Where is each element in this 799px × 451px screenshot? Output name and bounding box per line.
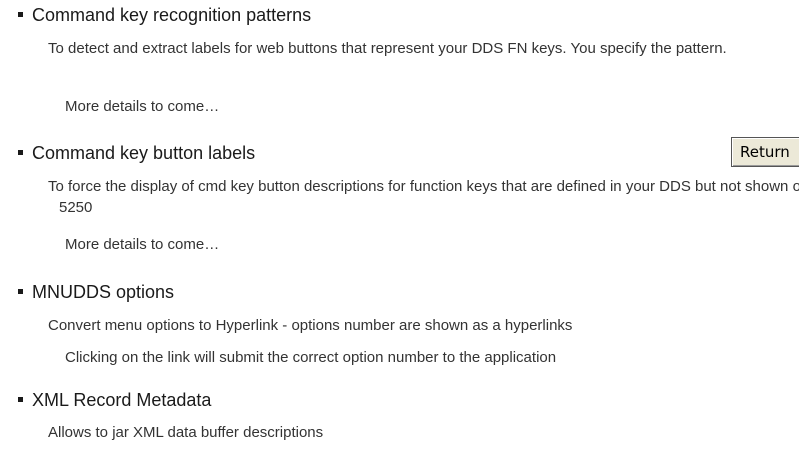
section-title: MNUDDS options [32, 282, 175, 302]
section-title: XML Record Metadata [32, 390, 212, 410]
section-detail: More details to come… [65, 236, 220, 253]
bullet-icon [18, 396, 23, 402]
section-title: Command key button labels [32, 143, 256, 163]
section-2-heading: Command key button labels [18, 142, 255, 164]
section-3-heading: MNUDDS options [18, 281, 174, 303]
section-1-heading: Command key recognition patterns [18, 4, 311, 26]
section-detail: Clicking on the link will submit the cor… [65, 349, 557, 366]
section-title: Command key recognition patterns [32, 5, 312, 25]
section-description: Convert menu options to Hyperlink - opti… [48, 317, 573, 334]
bullet-icon [18, 149, 23, 155]
section-4-heading: XML Record Metadata [18, 389, 211, 411]
return-button[interactable]: Return [731, 137, 799, 167]
bullet-icon [18, 288, 23, 294]
section-description: Allows to jar XML data buffer descriptio… [48, 424, 324, 441]
section-description: To detect and extract labels for web but… [48, 40, 727, 57]
bullet-icon [18, 11, 23, 17]
section-detail: More details to come… [65, 98, 220, 115]
section-description: To force the display of cmd key button d… [48, 178, 799, 216]
